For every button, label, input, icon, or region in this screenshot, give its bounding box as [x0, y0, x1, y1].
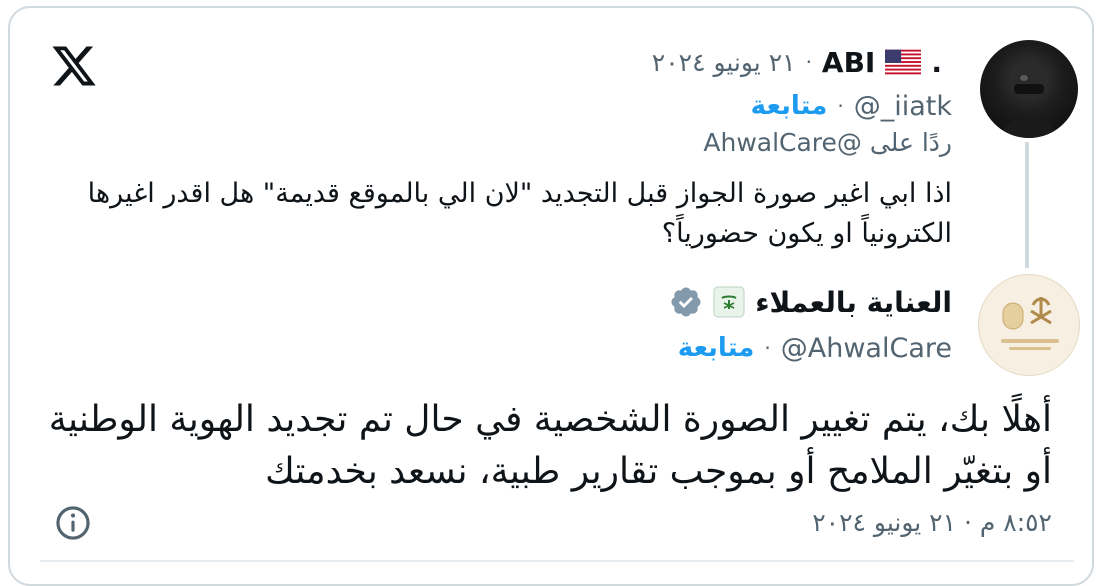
author-name-suffix[interactable]: . — [931, 46, 942, 79]
thread-connector — [1025, 142, 1029, 268]
avatar[interactable] — [980, 40, 1078, 138]
verified-badge-icon[interactable] — [669, 285, 703, 319]
tweet-date[interactable]: ٢١ يونيو ٢٠٢٤ — [652, 48, 796, 77]
replying-to[interactable]: ردًا على @AhwalCare — [703, 128, 952, 157]
follow-button[interactable]: متابعة — [751, 91, 828, 121]
author-handle[interactable]: @AhwalCare — [781, 333, 952, 364]
follow-button[interactable]: متابعة — [678, 333, 755, 363]
ahwal-logo-icon — [1001, 297, 1059, 350]
us-flag-icon — [885, 49, 922, 75]
main-tweet-text: أهلًا بك، يتم تغيير الصورة الشخصية في حا… — [48, 399, 1052, 492]
reply-subheader: @_iiatk · متابعة — [751, 86, 952, 126]
author-handle[interactable]: @_iiatk — [854, 91, 952, 122]
separator-dot: · — [764, 336, 771, 360]
main-subheader: @AhwalCare · متابعة — [678, 326, 952, 370]
avatar[interactable] — [978, 274, 1080, 376]
tweet-timestamp[interactable]: ٨:٥٢ م · ٢١ يونيو ٢٠٢٤ — [812, 508, 1052, 537]
divider — [40, 560, 1074, 562]
saudi-flag-icon — [713, 286, 745, 318]
author-name[interactable]: ABI — [822, 46, 875, 79]
x-logo-icon[interactable] — [50, 42, 98, 90]
author-name[interactable]: العناية بالعملاء — [755, 286, 952, 319]
reply-tweet-text: اذا ابي اغير صورة الجواز قبل التجديد "لا… — [87, 178, 952, 249]
avatar-image — [1000, 61, 1058, 138]
reply-header: . ABI · ٢١ يونيو ٢٠٢٤ — [652, 42, 942, 82]
separator-dot: · — [805, 50, 812, 74]
separator-dot: · — [837, 94, 844, 118]
info-icon[interactable] — [54, 504, 92, 542]
tweet-card: . ABI · ٢١ يونيو ٢٠٢٤ @_iiatk · متابعة ر… — [8, 6, 1094, 586]
main-header: العناية بالعملاء — [669, 280, 952, 324]
